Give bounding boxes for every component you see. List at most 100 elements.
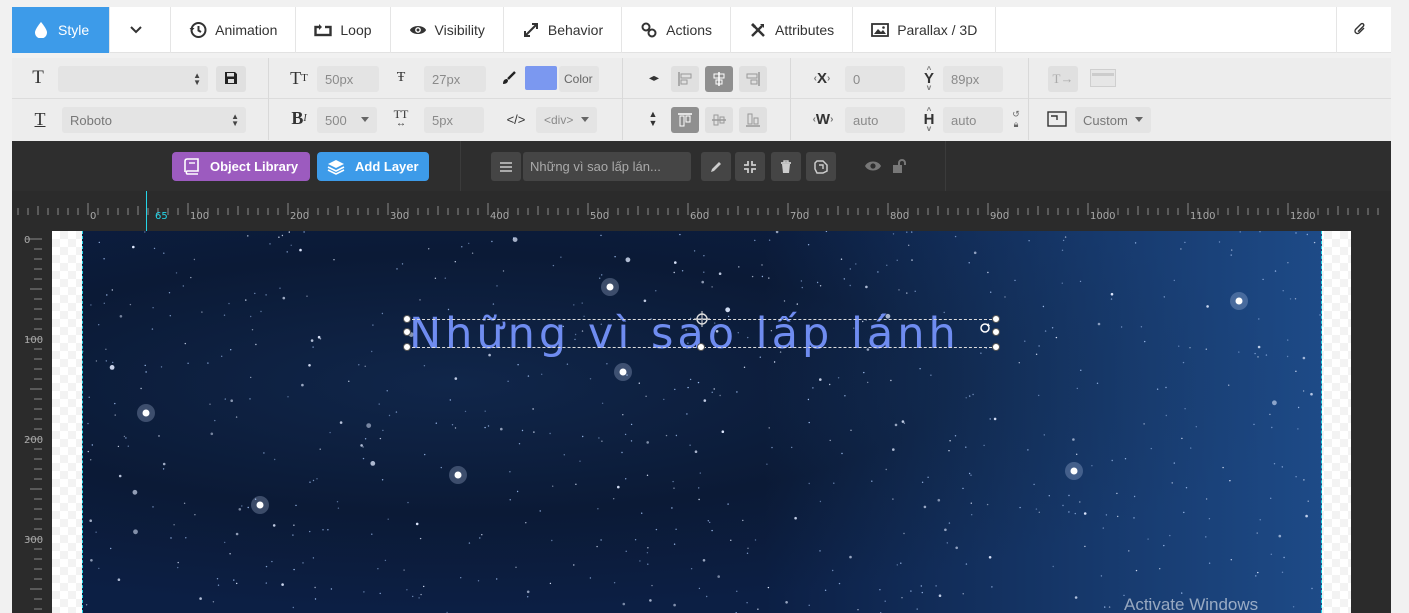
resize-handle-mr[interactable] — [992, 328, 1000, 336]
paperclip-icon — [1351, 21, 1369, 39]
rotate-handle-icon[interactable] — [979, 322, 991, 334]
letter-spacing-input[interactable]: 5px — [424, 107, 484, 133]
brush-icon — [500, 68, 518, 88]
pencil-icon — [711, 161, 721, 172]
attach-button[interactable] — [1336, 7, 1391, 53]
aspect-lock-icon[interactable]: ↺ 🔒︎ — [1010, 107, 1022, 131]
toolbar-row-2: T Roboto ▲ ▼ BI 500 TT ↔ 5px </> <div> ▲ ▼ — [12, 99, 1391, 140]
layer-name-value: Những vì sao lấp lán... — [530, 159, 661, 174]
tab-style[interactable]: Style — [12, 7, 111, 53]
align-bottom-button[interactable] — [739, 107, 767, 133]
ruler-label: 1200 — [1290, 211, 1316, 222]
move-handle-icon[interactable] — [694, 311, 710, 327]
add-layer-button[interactable]: Add Layer — [317, 152, 429, 181]
font-weight-select[interactable]: 500 — [317, 107, 377, 133]
tab-actions[interactable]: Actions — [622, 7, 732, 53]
width-input[interactable]: auto — [845, 107, 905, 133]
align-middle-button[interactable] — [705, 107, 733, 133]
fit-layer-button[interactable] — [735, 152, 765, 181]
ruler-label: 900 — [990, 211, 1010, 222]
overflow-icon — [1092, 72, 1114, 76]
ruler-label: 200 — [290, 211, 310, 222]
resize-handle-tr[interactable] — [992, 315, 1000, 323]
align-top-button[interactable] — [671, 107, 699, 133]
hamburger-icon — [500, 161, 512, 172]
align-center-button[interactable] — [705, 66, 733, 92]
overflow-toggle[interactable] — [1090, 69, 1116, 87]
tab-loop-label: Loop — [340, 22, 372, 38]
height-label: ^ Hv — [923, 105, 935, 133]
toolbar-row-1: T ▲ ▼ TT 50px Ŧ 27px Color ◂▸ ‹ X › 0 ^ … — [12, 58, 1391, 99]
y-position-input[interactable]: 89px — [943, 66, 1003, 92]
font-preset-select[interactable]: ▲ ▼ — [58, 66, 208, 92]
resize-handle-ml[interactable] — [403, 328, 411, 336]
height-input[interactable]: auto — [943, 107, 1003, 133]
ruler-label: 500 — [590, 211, 610, 222]
text-type-icon: T — [32, 67, 44, 88]
font-size-input[interactable]: 50px — [317, 66, 379, 92]
letter-spacing-icon: TT ↔ — [393, 107, 409, 129]
ruler-label: 300 — [390, 211, 410, 222]
align-bottom-icon — [746, 113, 760, 127]
object-library-label: Object Library — [210, 159, 299, 174]
tab-visibility[interactable]: Visibility — [391, 7, 504, 53]
width-value: auto — [853, 112, 879, 128]
toggle-visibility-button[interactable] — [863, 156, 883, 176]
duplicate-layer-button[interactable] — [806, 152, 836, 181]
tab-attributes[interactable]: Attributes — [731, 7, 854, 53]
edit-layer-button[interactable] — [701, 152, 731, 181]
grid-guide-right — [1321, 231, 1322, 613]
code-icon: </> — [506, 111, 526, 127]
book-icon — [182, 158, 200, 176]
resize-handle-bl[interactable] — [403, 343, 411, 351]
line-height-input[interactable]: 27px — [424, 66, 486, 92]
canvas-right-gutter — [1351, 231, 1391, 613]
text-transform-icon: T→ — [1052, 71, 1074, 86]
font-weight-icon: BI — [291, 107, 307, 128]
ruler-label: 600 — [690, 211, 710, 222]
color-label: Color — [564, 72, 593, 86]
layer-name-field[interactable]: Những vì sao lấp lán... — [523, 152, 691, 181]
layers-icon — [327, 158, 345, 176]
tab-dropdown[interactable] — [110, 7, 172, 53]
font-size-icon: TT — [290, 67, 308, 88]
align-right-button[interactable] — [739, 66, 767, 92]
html-tag-select[interactable]: <div> — [536, 107, 597, 133]
delete-layer-button[interactable] — [771, 152, 801, 181]
ruler-label: 0 — [24, 235, 31, 246]
tab-animation[interactable]: Animation — [171, 7, 297, 53]
tab-loop[interactable]: Loop — [296, 7, 391, 53]
trash-icon — [781, 159, 791, 173]
x-value: 0 — [853, 71, 861, 87]
layer-menu-button[interactable] — [491, 152, 521, 181]
link-icon — [640, 21, 658, 39]
color-swatch[interactable] — [525, 66, 557, 90]
align-left-button[interactable] — [671, 66, 699, 92]
tab-parallax[interactable]: Parallax / 3D — [853, 7, 997, 53]
text-transform-button[interactable]: T→ — [1048, 66, 1078, 92]
font-family-select[interactable]: Roboto ▲ ▼ — [62, 107, 246, 133]
align-center-icon — [713, 72, 725, 86]
layer-bar: Object Library Add Layer Những vì sao lấ… — [12, 141, 1391, 191]
x-position-input[interactable]: 0 — [845, 66, 905, 92]
updown-icon: ▲ ▼ — [193, 71, 201, 87]
font-size-value: 50px — [325, 71, 354, 87]
line-height-icon: Ŧ — [396, 70, 406, 85]
toggle-lock-button[interactable] — [890, 156, 910, 176]
resize-handle-tl[interactable] — [403, 315, 411, 323]
tab-parallax-label: Parallax / 3D — [897, 22, 978, 38]
resize-handle-bm[interactable] — [697, 343, 705, 351]
add-layer-label: Add Layer — [355, 159, 419, 174]
ruler-label: 1100 — [1190, 211, 1216, 222]
object-library-button[interactable]: Object Library — [172, 152, 310, 181]
resize-icon — [1046, 109, 1068, 129]
size-mode-value: Custom — [1083, 112, 1128, 128]
color-button[interactable]: Color — [559, 66, 599, 92]
width-label: ‹ W › — [812, 110, 834, 128]
resize-handle-br[interactable] — [992, 343, 1000, 351]
compress-icon — [744, 160, 756, 173]
tab-behavior[interactable]: Behavior — [504, 7, 623, 53]
size-mode-select[interactable]: Custom — [1075, 107, 1151, 133]
save-preset-button[interactable] — [216, 66, 246, 92]
slide-canvas[interactable] — [52, 231, 1351, 613]
